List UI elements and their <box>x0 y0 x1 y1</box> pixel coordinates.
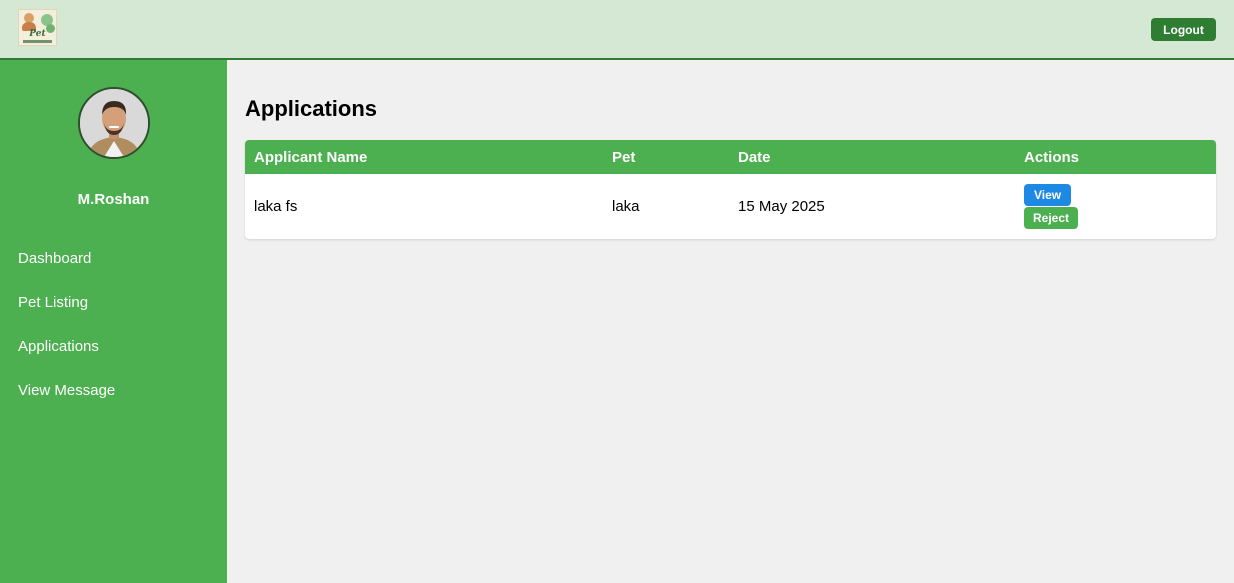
avatar-image <box>80 89 148 157</box>
sidebar-nav: Dashboard Pet Listing Applications View … <box>18 249 115 425</box>
view-button[interactable]: View <box>1024 184 1072 206</box>
column-header-pet: Pet <box>612 148 636 166</box>
reject-button[interactable]: Reject <box>1024 207 1079 229</box>
top-bar: Pet Logout <box>0 0 1234 60</box>
cell-pet: laka <box>612 198 640 215</box>
main-content: Applications Applicant Name Pet Date Act… <box>227 60 1234 583</box>
sidebar-item-view-message[interactable]: View Message <box>18 381 115 425</box>
cell-applicant-name: laka fs <box>254 198 298 215</box>
table-row: laka fs laka 15 May 2025 View Reject <box>245 174 1216 239</box>
sidebar-item-dashboard[interactable]: Dashboard <box>18 249 115 293</box>
sidebar-item-applications[interactable]: Applications <box>18 337 115 381</box>
page-title: Applications <box>245 96 378 121</box>
applications-table: Applicant Name Pet Date Actions laka fs … <box>245 140 1216 239</box>
user-name: M.Roshan <box>77 191 150 208</box>
column-header-applicant-name: Applicant Name <box>254 148 368 166</box>
column-header-actions: Actions <box>1024 148 1080 166</box>
sidebar: M.Roshan Dashboard Pet Listing Applicati… <box>0 60 227 583</box>
cell-date: 15 May 2025 <box>738 198 825 215</box>
logout-button[interactable]: Logout <box>1151 18 1216 41</box>
logo[interactable]: Pet <box>18 9 57 46</box>
column-header-date: Date <box>738 148 771 166</box>
cell-actions: View Reject <box>1015 174 1216 239</box>
row-actions: View Reject <box>1024 184 1207 229</box>
logo-text: Pet <box>29 29 46 39</box>
sidebar-item-pet-listing[interactable]: Pet Listing <box>18 293 115 337</box>
avatar <box>78 87 150 159</box>
logo-subtitle-bar <box>23 40 52 43</box>
table-header-row: Applicant Name Pet Date Actions <box>245 140 1216 174</box>
applications-table-card: Applicant Name Pet Date Actions laka fs … <box>245 140 1216 239</box>
